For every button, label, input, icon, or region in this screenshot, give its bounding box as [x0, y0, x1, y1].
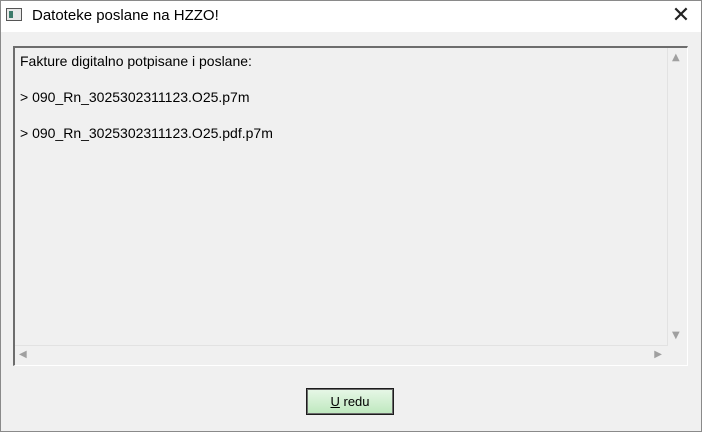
vertical-scrollbar[interactable]: ▲ ▼ — [667, 48, 687, 346]
app-icon — [6, 8, 22, 21]
message-textarea[interactable]: Fakture digitalno potpisane i poslane: >… — [13, 46, 688, 366]
ok-button[interactable]: U redu — [306, 388, 394, 415]
ok-button-mnemonic: U — [330, 394, 340, 409]
dialog-window: Datoteke poslane na HZZO! ✕ Fakture digi… — [0, 0, 702, 432]
horizontal-scrollbar[interactable]: ◀ ▶ — [15, 345, 668, 365]
scrollbar-corner — [668, 346, 687, 365]
scroll-left-icon[interactable]: ◀ — [19, 350, 27, 360]
scroll-right-icon[interactable]: ▶ — [654, 350, 662, 360]
file-list-item: > 090_Rn_3025302311123.O25.pdf.p7m — [20, 125, 273, 141]
message-content: Fakture digitalno potpisane i poslane: >… — [20, 52, 665, 345]
ok-button-label: redu — [339, 394, 370, 409]
scroll-up-icon[interactable]: ▲ — [672, 53, 680, 63]
close-icon[interactable]: ✕ — [667, 4, 695, 28]
file-list-item: > 090_Rn_3025302311123.O25.p7m — [20, 89, 250, 105]
message-heading: Fakture digitalno potpisane i poslane: — [20, 53, 252, 69]
title-bar[interactable]: Datoteke poslane na HZZO! ✕ — [1, 1, 701, 32]
scroll-down-icon[interactable]: ▼ — [672, 331, 680, 341]
window-title: Datoteke poslane na HZZO! — [32, 7, 219, 24]
